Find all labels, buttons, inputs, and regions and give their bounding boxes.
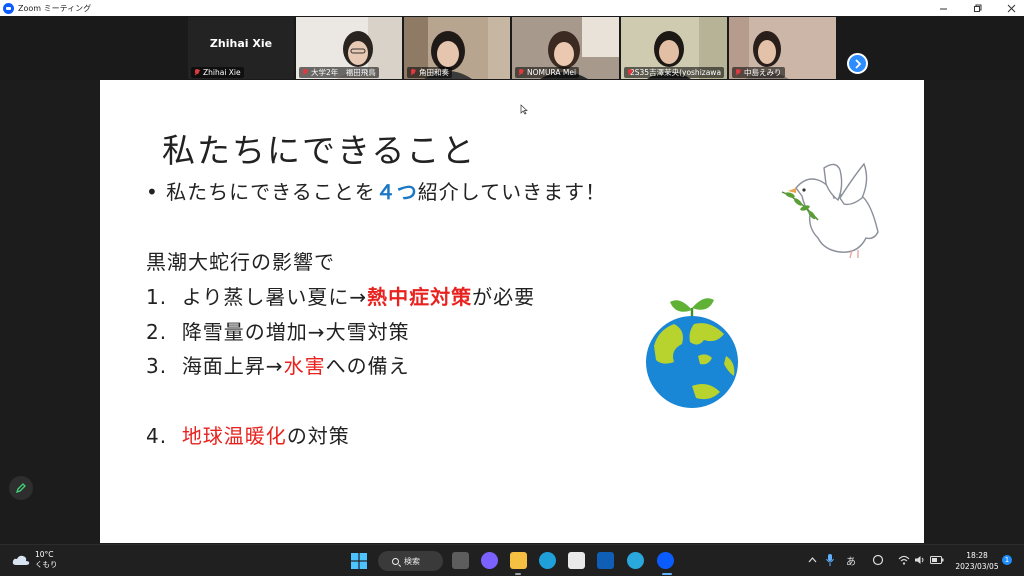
participant-video-strip: Zhihai Xie Zhihai Xie 大学2年 福田飛鳥 角田和奏 NOM… [0, 16, 1024, 80]
window-title: Zoom ミーティング [18, 3, 92, 13]
window-titlebar: Zoom ミーティング [0, 0, 1024, 16]
participant-name-display: Zhihai Xie [209, 37, 273, 50]
participant-name-label: 大学2年 福田飛鳥 [299, 67, 379, 78]
minimize-button[interactable] [926, 0, 960, 16]
annotate-pen-button[interactable] [9, 476, 33, 500]
muted-mic-icon [302, 69, 308, 76]
microsoft-store-icon[interactable] [568, 552, 585, 569]
participant-name-label: Zhihai Xie [191, 67, 244, 78]
participant-tile[interactable]: 2S35吉澤茉央(yoshizawa ... [621, 17, 727, 79]
participant-name-label: NOMURA Mei [515, 67, 580, 78]
running-indicator [662, 573, 672, 575]
running-indicator [515, 573, 521, 575]
cloud-icon [12, 555, 30, 565]
earth-sprout-icon [646, 298, 738, 408]
chevron-up-icon[interactable] [808, 557, 817, 563]
speaker-icon[interactable] [914, 555, 926, 565]
participant-name-label: 2S35吉澤茉央(yoshizawa ... [624, 67, 724, 78]
edge-browser-icon[interactable] [539, 552, 556, 569]
slide-item-4: 4. 地球温暖化の対策 [146, 424, 350, 448]
start-button[interactable] [351, 553, 367, 569]
mouse-cursor-icon [520, 104, 528, 115]
slide-intro: 黒潮大蛇行の影響で [146, 250, 335, 274]
slide-item-1: 1. より蒸し暑い夏に→熱中症対策が必要 [146, 285, 536, 309]
chevron-right-icon [854, 58, 861, 69]
slide-bullet: • 私たちにできることを４つ紹介していきます！ [146, 180, 607, 204]
bullet-dot: • [146, 180, 167, 204]
windows-taskbar: 10°C くもり 検索 あ 18:28 2023/03/05 1 [0, 544, 1024, 576]
clock-time: 18:28 [966, 551, 988, 560]
pen-icon [15, 483, 26, 494]
battery-icon[interactable] [930, 556, 944, 564]
participant-tile[interactable]: 大学2年 福田飛鳥 [296, 17, 402, 79]
zoom-logo-icon [3, 2, 14, 14]
app-icon[interactable] [627, 552, 644, 569]
task-view-icon[interactable] [452, 552, 469, 569]
close-icon [1007, 4, 1015, 12]
weather-temperature: 10°C [35, 550, 54, 559]
chat-icon[interactable] [481, 552, 498, 569]
restore-icon [973, 4, 981, 12]
zoom-taskbar-icon[interactable] [657, 552, 674, 569]
participant-tile[interactable]: NOMURA Mei [512, 17, 619, 79]
wifi-icon[interactable] [898, 555, 910, 565]
search-icon [392, 557, 399, 565]
slide-item-2: 2. 降雪量の増加→大雪対策 [146, 320, 410, 344]
dove-icon [781, 162, 879, 259]
muted-mic-icon [410, 69, 416, 76]
restore-button[interactable] [960, 0, 994, 16]
participant-tile[interactable]: Zhihai Xie Zhihai Xie [188, 17, 294, 79]
minimize-icon [939, 8, 947, 9]
muted-mic-icon [735, 69, 741, 76]
weather-widget[interactable]: 10°C くもり [12, 550, 58, 570]
notification-badge[interactable]: 1 [1002, 555, 1012, 565]
muted-mic-icon [194, 69, 200, 76]
slide-item-3: 3. 海面上昇→水害への備え [146, 354, 410, 378]
participant-name-label: 中島えみり [732, 67, 785, 78]
muted-mic-icon [518, 69, 524, 76]
shared-slide: 私たちにできること • 私たちにできることを４つ紹介していきます！ 黒潮大蛇行の… [100, 80, 924, 543]
weather-condition: くもり [35, 560, 58, 569]
windows-start-icon [351, 553, 367, 569]
webex-icon[interactable] [597, 552, 614, 569]
close-button[interactable] [994, 0, 1024, 16]
participant-tile[interactable]: 角田和奏 [404, 17, 510, 79]
participant-tile[interactable]: 中島えみり [729, 17, 836, 79]
microphone-icon[interactable] [826, 554, 834, 566]
participant-name-label: 角田和奏 [407, 67, 452, 78]
focus-assist-icon[interactable] [872, 554, 884, 566]
taskbar-search[interactable]: 検索 [378, 551, 443, 571]
slide-title: 私たちにできること [162, 131, 477, 170]
file-explorer-icon[interactable] [510, 552, 527, 569]
ime-indicator[interactable]: あ [846, 553, 856, 568]
system-clock[interactable]: 18:28 2023/03/05 [953, 550, 1001, 572]
clock-date: 2023/03/05 [955, 562, 999, 571]
next-participants-button[interactable] [847, 53, 868, 74]
